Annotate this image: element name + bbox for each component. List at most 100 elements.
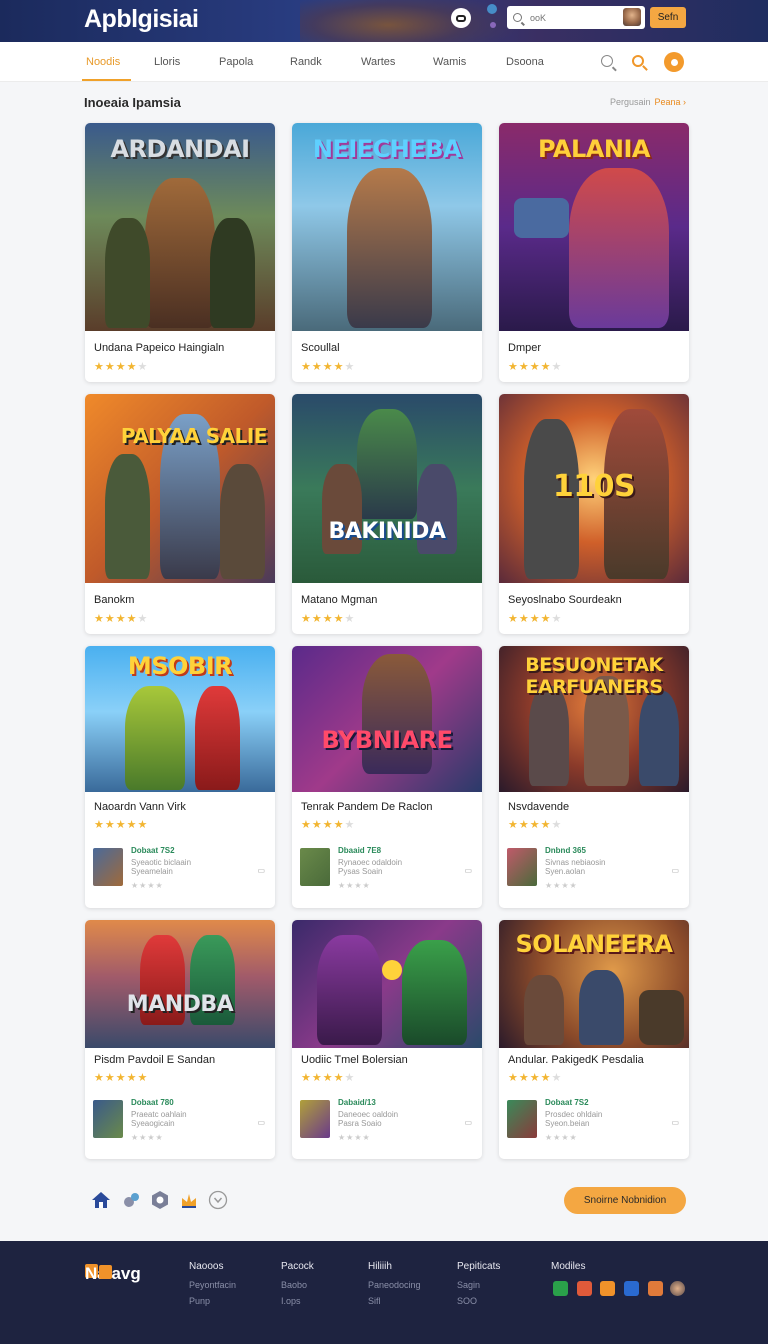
game-name: Naoardn Vann Virk <box>94 801 186 813</box>
chevron-down-icon[interactable] <box>208 1190 228 1210</box>
gear-icon[interactable] <box>150 1190 170 1210</box>
game-card[interactable]: NEIECHEBA Scoullal ★★★★★ <box>292 123 482 382</box>
section-title: Inoeaia Ipamsia <box>84 95 181 110</box>
search-icon[interactable] <box>632 55 644 67</box>
game-cover-title: BAKINIDA <box>328 519 446 544</box>
search-input[interactable] <box>530 12 610 23</box>
sub-title: Dabaid/13 <box>338 1098 376 1107</box>
game-sub-listing[interactable]: Dnbnd 365 Sivnas nebiaosin Syen.aolan ★★★… <box>507 846 681 890</box>
game-sub-listing[interactable]: Dbaaid 7E8 Rynaoec odaldoin Pysas Soain ★… <box>300 846 474 890</box>
download-icon[interactable]: ▭ <box>464 1118 472 1127</box>
footer-column: Naooos Peyontfacin Punp <box>189 1261 236 1312</box>
game-cover: BESUONETAK EARFUANERS <box>499 646 689 792</box>
footer-link[interactable]: Peyontfacin <box>189 1280 236 1290</box>
load-more-button[interactable]: Snoirne Nobnidion <box>564 1187 686 1214</box>
puzzle-icon[interactable] <box>122 1190 142 1210</box>
footer-link[interactable]: Paneodocing <box>368 1280 421 1290</box>
footer-link[interactable]: SOO <box>457 1296 500 1306</box>
footer-link[interactable]: Sifl <box>368 1296 421 1306</box>
footer-column-heading: Modiles <box>551 1261 586 1272</box>
search-icon <box>513 13 522 22</box>
signin-button[interactable]: Sefn <box>650 7 686 28</box>
sub-rating: ★★★★ <box>338 881 371 890</box>
decor-orb <box>490 22 496 28</box>
tab-wamis[interactable]: Wamis <box>433 56 466 68</box>
game-card[interactable]: BAKINIDA Matano Mgman ★★★★★ <box>292 394 482 634</box>
tab-noodis[interactable]: Noodis <box>86 56 120 68</box>
chat-icon[interactable] <box>451 8 471 28</box>
download-icon[interactable]: ▭ <box>464 866 472 875</box>
game-cover-title: 110S <box>552 469 636 504</box>
footer-link[interactable]: Punp <box>189 1296 236 1306</box>
game-card[interactable]: BESUONETAK EARFUANERS Nsvdavende ★★★★★ D… <box>499 646 689 908</box>
active-tab-indicator <box>82 79 131 81</box>
rating-stars: ★★★★★ <box>301 819 356 831</box>
game-card[interactable]: BYBNIARE Tenrak Pandem De Raclon ★★★★★ D… <box>292 646 482 908</box>
game-card[interactable]: SOLANEERA Andular. PakigedK Pesdalia ★★★… <box>499 920 689 1159</box>
sub-thumbnail <box>507 1100 537 1138</box>
game-sub-listing[interactable]: Dobaat 7S2 Prosdec ohldain Syeon.beian ★★… <box>507 1098 681 1142</box>
game-cover-title: PALYAA SALIE <box>120 424 268 448</box>
facebook-icon[interactable] <box>624 1281 639 1296</box>
sub-desc: Sivnas nebiaosin Syen.aolan <box>545 858 606 876</box>
download-icon[interactable]: ▭ <box>671 1118 679 1127</box>
avatar[interactable] <box>623 8 641 26</box>
sub-thumbnail <box>93 1100 123 1138</box>
search-icon[interactable] <box>601 55 613 67</box>
game-cover: 110S <box>499 394 689 583</box>
tab-papola[interactable]: Papola <box>219 56 253 68</box>
sub-desc: Syeaotic biclaain Syeamelain <box>131 858 192 876</box>
trophy-icon[interactable] <box>179 1190 199 1210</box>
social-icon-orange[interactable] <box>600 1281 615 1296</box>
social-icon-red[interactable] <box>577 1281 592 1296</box>
game-sub-listing[interactable]: Dabaid/13 Daneoec oaldoin Pasra Soaio ★★★… <box>300 1098 474 1142</box>
tab-lloris[interactable]: Lloris <box>154 56 180 68</box>
download-icon[interactable]: ▭ <box>257 1118 265 1127</box>
see-all-label[interactable]: Peana › <box>654 97 686 107</box>
search-bar[interactable] <box>507 6 645 29</box>
footer-link[interactable]: Sagin <box>457 1280 500 1290</box>
game-cover-title: SOLANEERA <box>515 930 673 958</box>
tab-dsoona[interactable]: Dsoona <box>506 56 544 68</box>
rating-stars: ★★★★★ <box>301 613 356 625</box>
social-icon-orange[interactable] <box>648 1281 663 1296</box>
footer-column: Hiliiih Paneodocing Sifl <box>368 1261 421 1312</box>
game-cover: PALYAA SALIE <box>85 394 275 583</box>
home-icon[interactable] <box>91 1190 111 1210</box>
sub-desc: Praeatc oahlain Syeaogicain <box>131 1110 187 1128</box>
footer-column: Pacock Baobo I.ops <box>281 1261 314 1312</box>
see-all-link[interactable]: Pergusain Peana › <box>610 97 686 107</box>
game-card[interactable]: MSOBIR Naoardn Vann Virk ★★★★★ Dobaat 7S… <box>85 646 275 908</box>
game-cover: BYBNIARE <box>292 646 482 792</box>
tab-wartes[interactable]: Wartes <box>361 56 395 68</box>
social-icon-green[interactable] <box>553 1281 568 1296</box>
tab-randk[interactable]: Randk <box>290 56 322 68</box>
game-card[interactable]: PALYAA SALIE Banokm ★★★★★ <box>85 394 275 634</box>
game-card[interactable]: Uodiic Tmel Bolersian ★★★★★ Dabaid/13 Da… <box>292 920 482 1159</box>
download-icon[interactable]: ▭ <box>257 866 265 875</box>
footer-column-heading: Naooos <box>189 1261 224 1272</box>
game-card[interactable]: PALANIA Dmper ★★★★★ <box>499 123 689 382</box>
game-name: Pisdm Pavdoil E Sandan <box>94 1054 216 1066</box>
footer-logo[interactable]: Nalavg <box>84 1263 141 1283</box>
game-card[interactable]: ARDANDAI Undana Papeico Haingialn ★★★★★ <box>85 123 275 382</box>
brand-logo[interactable]: Apblgisiai <box>84 5 199 34</box>
game-name: Matano Mgman <box>301 594 378 606</box>
link-prefix: Pergusain <box>609 97 651 107</box>
sub-thumbnail <box>300 1100 330 1138</box>
profile-icon[interactable] <box>664 52 684 72</box>
footer-logo-mark <box>99 1265 112 1279</box>
footer-link[interactable]: I.ops <box>281 1296 314 1306</box>
sub-rating: ★★★★ <box>131 881 164 890</box>
game-cover-title: MANDBA <box>126 992 234 1017</box>
game-sub-listing[interactable]: Dobaat 7S2 Syeaotic biclaain Syeamelain ★… <box>93 846 267 890</box>
game-sub-listing[interactable]: Dobaat 780 Praeatc oahlain Syeaogicain ★★… <box>93 1098 267 1142</box>
game-card[interactable]: 110S Seyoslnabo Sourdeakn ★★★★★ <box>499 394 689 634</box>
game-card[interactable]: MANDBA Pisdm Pavdoil E Sandan ★★★★★ Doba… <box>85 920 275 1159</box>
sub-thumbnail <box>93 848 123 886</box>
footer-link[interactable]: Baobo <box>281 1280 314 1290</box>
download-icon[interactable]: ▭ <box>671 866 679 875</box>
rating-stars: ★★★★★ <box>508 1072 563 1084</box>
avatar[interactable] <box>670 1281 685 1296</box>
game-cover: BAKINIDA <box>292 394 482 583</box>
